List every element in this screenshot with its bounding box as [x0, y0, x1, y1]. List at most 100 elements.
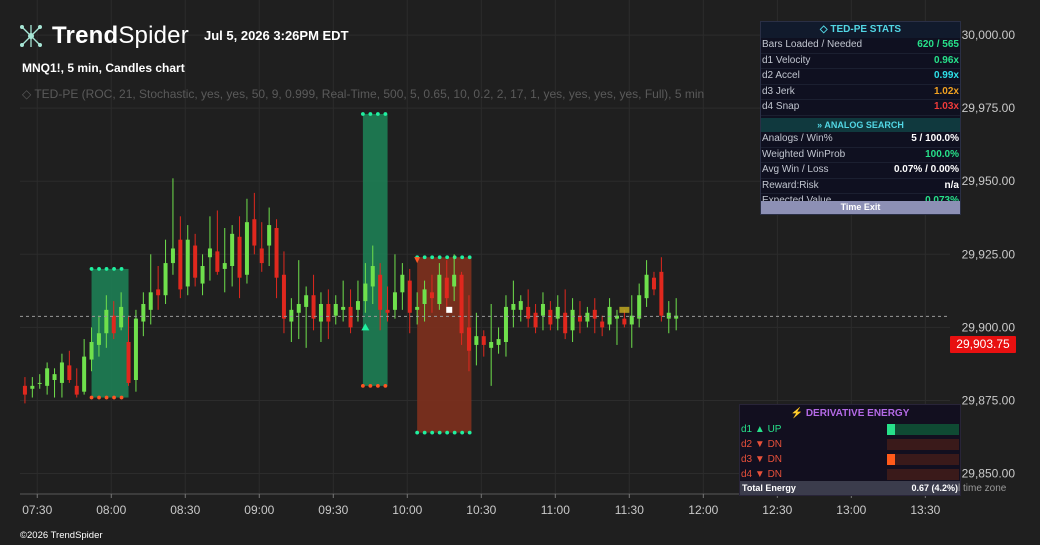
candle-up — [607, 306, 612, 325]
candle-down — [378, 274, 383, 310]
candle-down — [459, 274, 464, 334]
candle-down — [533, 312, 538, 328]
candle-down — [67, 365, 72, 380]
stat-label: d2 Accel — [762, 70, 800, 82]
candle-up — [511, 304, 516, 310]
energy-bar — [887, 424, 959, 435]
candle-up — [637, 295, 642, 319]
candle-down — [481, 336, 486, 345]
zone-target-dot — [97, 267, 101, 271]
zone-stop-dot — [467, 430, 472, 435]
candle-up — [119, 306, 124, 328]
candle-up — [341, 306, 346, 310]
candle-up — [163, 263, 168, 296]
candle-down — [651, 277, 656, 290]
analog-label: Avg Win / Loss — [762, 164, 829, 176]
candle-up — [230, 233, 235, 266]
energy-bar-fill — [887, 454, 895, 465]
candle-down — [111, 315, 116, 334]
x-tick-label: 11:00 — [541, 503, 570, 517]
candle-up — [148, 292, 153, 310]
candle-up — [644, 274, 649, 299]
zone-stop-dot — [452, 430, 457, 435]
zone-stop-dot — [430, 430, 435, 435]
energy-row: d4 ▼ DN — [740, 467, 960, 482]
stat-row: d1 Velocity 0.96x — [761, 54, 960, 70]
analog-row: Analogs / Win% 5 / 100.0% — [761, 132, 960, 148]
candle-up — [496, 339, 501, 345]
energy-row: d3 ▼ DN — [740, 452, 960, 467]
stat-value: 1.03x — [933, 101, 959, 113]
analog-label: Analogs / Win% — [762, 132, 833, 144]
candle-up — [304, 295, 309, 307]
timezone-label[interactable]: l time zone — [958, 483, 1006, 494]
candle-up — [185, 239, 190, 287]
candle-down — [156, 289, 161, 296]
entry-marker — [446, 306, 453, 313]
candle-up — [333, 304, 338, 316]
candle-down — [178, 239, 183, 290]
x-tick-label: 10:00 — [392, 503, 422, 517]
candle-up — [489, 342, 494, 348]
candle-down — [281, 274, 286, 319]
candle-down — [466, 327, 471, 351]
zone-stop-dot — [360, 383, 365, 388]
stat-row: d3 Jerk 1.02x — [761, 85, 960, 101]
total-energy-label: Total Energy — [742, 483, 796, 493]
trade-zone-green — [362, 114, 388, 386]
exit-marker — [619, 306, 630, 313]
y-tick-label: 29,850.00 — [962, 467, 1016, 481]
candle-up — [296, 304, 301, 313]
spider-icon — [20, 25, 42, 47]
y-tick-label: 29,975.00 — [962, 101, 1016, 115]
energy-row: d1 ▲ UP — [740, 422, 960, 437]
candle-down — [215, 251, 220, 272]
zone-stop-dot — [415, 430, 420, 435]
energy-bar — [887, 439, 959, 450]
x-tick-label: 12:30 — [762, 503, 792, 517]
zone-target-dot — [460, 255, 465, 260]
x-tick-label: 12:00 — [688, 503, 718, 517]
zone-stop-dot — [97, 395, 101, 400]
total-energy-row: Total Energy 0.67 (4.2%) — [740, 481, 960, 495]
zone-stop-dot — [437, 430, 442, 435]
energy-bar-fill — [887, 469, 895, 480]
zone-target-dot — [445, 255, 450, 260]
brand-name: TrendSpider — [52, 22, 189, 49]
candle-up — [629, 315, 634, 325]
candle-up — [52, 374, 57, 380]
candle-up — [267, 225, 272, 246]
energy-row: d2 ▼ DN — [740, 437, 960, 452]
energy-bar — [887, 454, 959, 465]
analog-row: Avg Win / Loss 0.07% / 0.00% — [761, 163, 960, 179]
candle-down — [74, 385, 79, 395]
candle-up — [585, 312, 590, 322]
candle-down — [429, 292, 434, 299]
candle-up — [540, 304, 545, 316]
candle-up — [318, 304, 323, 322]
candle-up — [170, 248, 175, 264]
energy-label: d4 ▼ DN — [741, 469, 783, 480]
analog-search-title: » ANALOG SEARCH — [761, 117, 960, 132]
analog-value: 0.07% / 0.00% — [893, 164, 959, 176]
x-tick-label: 07:30 — [22, 503, 52, 517]
zone-stop-dot — [445, 430, 450, 435]
energy-bar-fill — [887, 439, 895, 450]
candle-down — [311, 295, 316, 319]
candle-up — [289, 309, 294, 322]
stat-value: 0.99x — [933, 70, 959, 82]
candle-up — [474, 336, 479, 345]
symbol-label[interactable]: MNQ1!, 5 min, Candles chart — [22, 61, 185, 75]
ted-pe-stats-panel: ◇ TED-PE STATS Bars Loaded / Needed 620 /… — [760, 21, 961, 215]
time-exit-label: Time Exit — [761, 201, 960, 214]
analog-value: 100.0% — [925, 148, 959, 160]
candle-up — [82, 356, 87, 392]
indicator-legend[interactable]: ◇ TED-PE (ROC, 21, Stochastic, yes, yes,… — [22, 87, 762, 101]
candle-up — [392, 292, 397, 310]
zone-stop-dot — [422, 430, 427, 435]
candle-up — [437, 274, 442, 304]
zone-target-dot — [437, 255, 442, 260]
y-tick-label: 29,875.00 — [962, 393, 1016, 407]
stat-value: 0.96x — [933, 54, 959, 66]
candle-up — [518, 301, 523, 310]
